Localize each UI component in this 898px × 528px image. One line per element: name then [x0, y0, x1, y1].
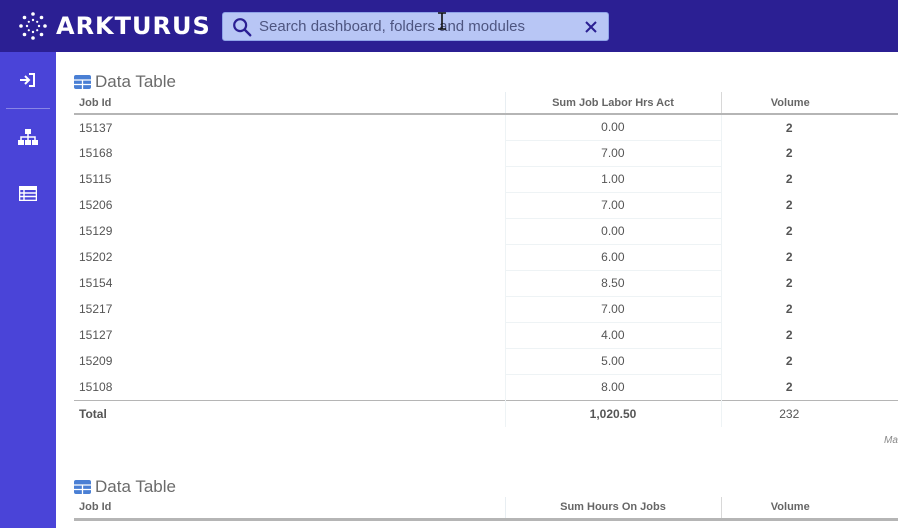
table-row: 15206 7.00 2	[74, 191, 898, 218]
cell-job-id: 15108	[79, 379, 113, 394]
column-header-volume[interactable]: Volume	[720, 92, 898, 115]
table-header-row: Job Id Sum Job Labor Hrs Act Volume	[74, 92, 898, 115]
sidebar	[0, 52, 56, 528]
panel-title-text: Data Table	[95, 477, 176, 496]
close-icon[interactable]	[584, 20, 598, 34]
logo[interactable]: ARKTURUS	[18, 11, 211, 41]
table-list-icon	[19, 185, 37, 201]
cell-sum: 1.00	[504, 165, 721, 192]
sidebar-divider	[6, 108, 50, 109]
panel-title-2: Data Table	[74, 477, 176, 497]
cell-volume: 2	[720, 270, 898, 296]
table-icon	[74, 480, 91, 494]
cell-volume: 2	[720, 244, 898, 270]
cell-sum: 7.00	[504, 191, 721, 218]
cell-volume: 2	[720, 114, 898, 140]
cell-sum: 0.00	[504, 113, 721, 140]
table-row: 15202 6.00 2	[74, 243, 898, 270]
cell-sum: 7.00	[504, 139, 721, 166]
cell-volume: 2	[720, 218, 898, 244]
table-row: 15137 0.00 2	[74, 113, 898, 140]
table-row: 15217 7.00 2	[74, 295, 898, 322]
table-row: 15154 8.50 2	[74, 269, 898, 296]
search-icon[interactable]	[231, 16, 253, 38]
cell-sum: 8.50	[504, 269, 721, 296]
column-header-job-id[interactable]: Job Id	[74, 92, 505, 115]
panel-title-1: Data Table	[74, 72, 176, 92]
table-row: 15209 5.00 2	[74, 347, 898, 374]
cell-sum: 0.00	[504, 217, 721, 244]
sidebar-item-login[interactable]	[0, 60, 56, 100]
cell-job-id: 15115	[79, 172, 112, 186]
search-bar[interactable]	[222, 12, 609, 41]
search-input[interactable]	[259, 18, 584, 35]
column-header-sum-hours[interactable]: Sum Hours On Jobs	[504, 497, 721, 521]
cell-job-id: 15217	[79, 302, 113, 316]
total-label: Total	[74, 399, 505, 427]
table-row: 15168 7.00 2	[74, 139, 898, 166]
cell-volume: 2	[720, 322, 898, 348]
cell-job-id: 15129	[79, 224, 113, 238]
cell-volume: 2	[720, 166, 898, 192]
total-sum: 1,020.50	[504, 399, 721, 427]
cell-job-id: 15137	[79, 120, 113, 135]
brand-name: ARKTURUS	[56, 12, 211, 40]
cell-job-id: 15168	[79, 146, 113, 160]
sidebar-item-data-table[interactable]	[0, 173, 56, 213]
column-header-volume[interactable]: Volume	[720, 497, 898, 521]
cell-sum: 5.00	[504, 347, 721, 374]
table-row: 15108 8.00 2	[74, 373, 898, 400]
table-row: 15127 4.00 2	[74, 321, 898, 348]
cell-job-id: 15154	[79, 276, 113, 290]
cell-job-id: 15206	[79, 198, 113, 212]
hierarchy-icon	[18, 129, 38, 145]
cell-volume: 2	[720, 296, 898, 322]
sidebar-item-hierarchy[interactable]	[0, 117, 56, 157]
text-cursor-icon	[438, 12, 446, 30]
arkturus-logo-icon	[19, 12, 47, 40]
cell-sum: 4.00	[504, 321, 721, 348]
data-table-2: Job Id Sum Hours On Jobs Volume	[74, 497, 898, 521]
total-volume: 232	[720, 399, 898, 427]
data-table-1: Job Id Sum Job Labor Hrs Act Volume 1513…	[74, 92, 898, 427]
cell-volume: 2	[720, 348, 898, 374]
login-icon	[20, 73, 35, 87]
cell-job-id: 15202	[79, 250, 113, 264]
cell-sum: 6.00	[504, 243, 721, 270]
column-header-job-id[interactable]: Job Id	[74, 497, 505, 521]
cell-sum: 7.00	[504, 295, 721, 322]
table-row: 15129 0.00 2	[74, 217, 898, 244]
table-header-row: Job Id Sum Hours On Jobs Volume	[74, 497, 898, 521]
cell-volume: 2	[720, 192, 898, 218]
main-content: Data Table Job Id Sum Job Labor Hrs Act …	[56, 52, 898, 528]
table-row: 15115 1.00 2	[74, 165, 898, 192]
cell-job-id: 15127	[79, 328, 113, 342]
column-header-sum-labor[interactable]: Sum Job Labor Hrs Act	[504, 92, 721, 115]
table-icon	[74, 75, 91, 89]
cell-job-id: 15209	[79, 354, 113, 368]
table-total-row: Total 1,020.50 232	[74, 399, 898, 427]
cell-volume: 2	[720, 140, 898, 166]
cell-sum: 8.00	[504, 373, 721, 400]
panel-title-text: Data Table	[95, 72, 176, 91]
top-bar: ARKTURUS	[0, 0, 898, 52]
cell-volume: 2	[720, 374, 898, 400]
more-link[interactable]: Ma	[884, 435, 898, 446]
